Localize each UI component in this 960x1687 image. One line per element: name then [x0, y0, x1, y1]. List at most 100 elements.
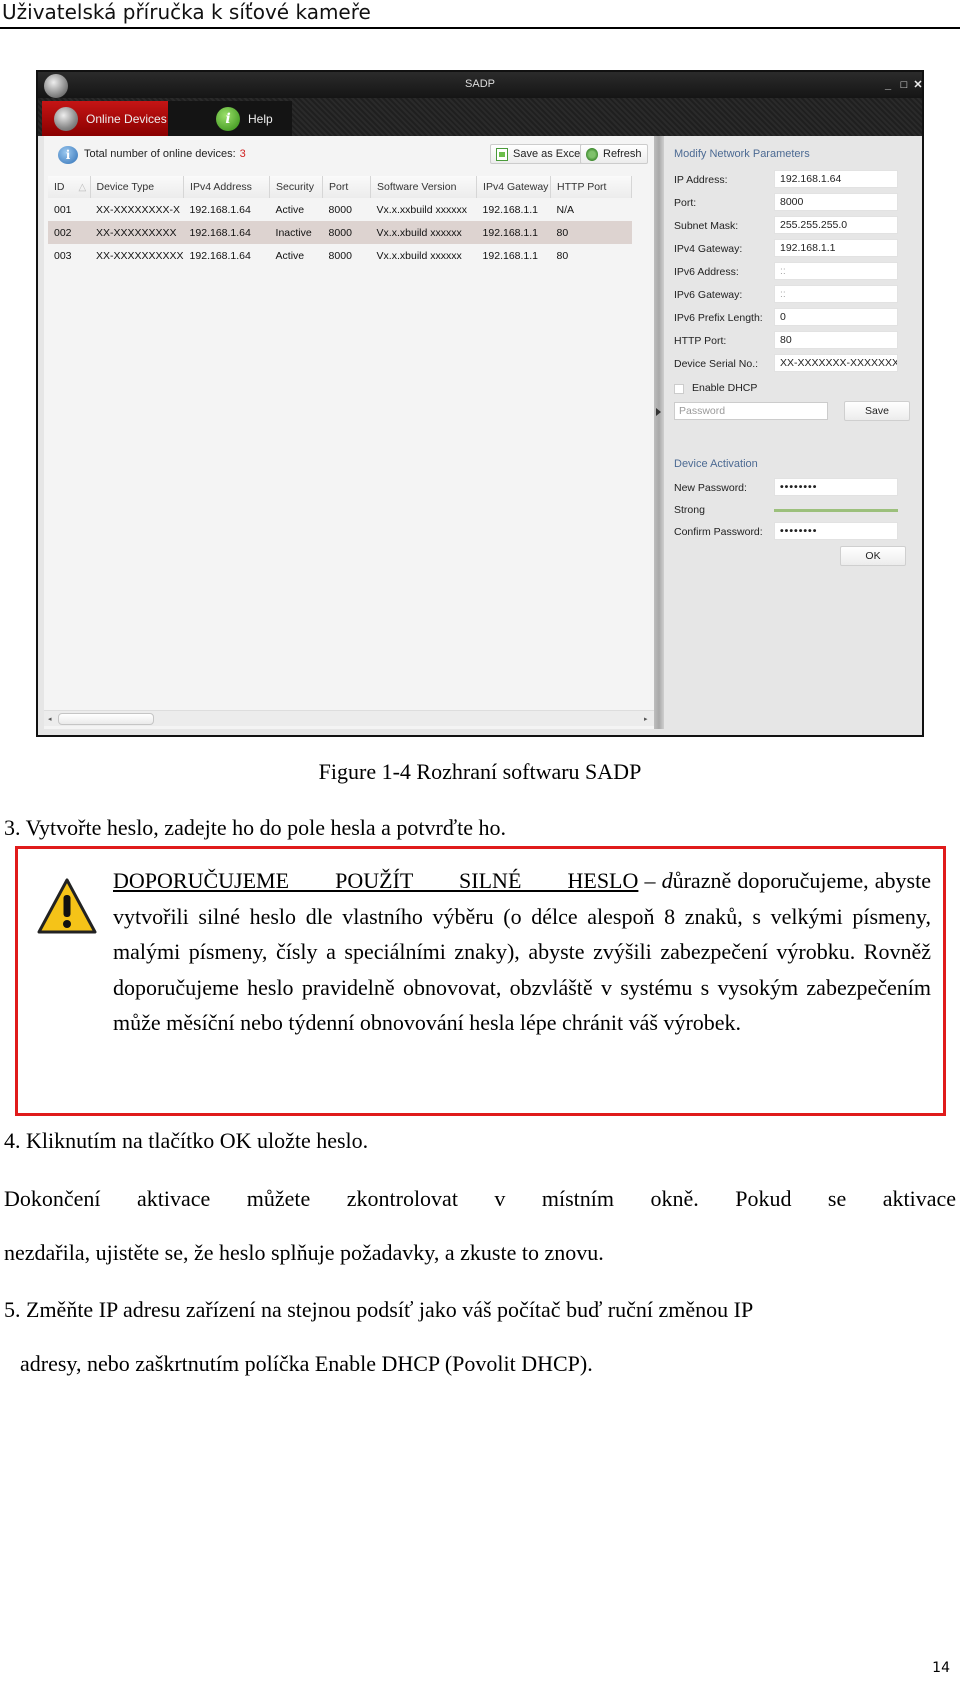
cell-port: 8000 [328, 249, 352, 262]
new-password-field[interactable]: •••••••• [774, 478, 898, 496]
cell-id: 003 [54, 249, 72, 262]
cell-gateway: 192.168.1.1 [476, 221, 551, 244]
cell-id: 002 [48, 221, 90, 244]
close-icon[interactable]: ✕ [912, 79, 924, 91]
confirm-password-field[interactable]: •••••••• [774, 522, 898, 540]
device-table: ID △ Device Type IPv4 Address Security Po… [48, 176, 632, 267]
cell-port: 8000 [328, 203, 352, 216]
col-ipv4-gateway[interactable]: IPv4 Gateway [476, 176, 552, 198]
cell-gateway: 192.168.1.1 [482, 203, 539, 216]
cell-ipv4: 192.168.1.64 [183, 221, 270, 244]
maximize-icon[interactable]: □ [898, 79, 910, 91]
pane-splitter[interactable] [654, 136, 664, 729]
field-label: IPv6 Gateway: [674, 289, 743, 301]
http-port-row: HTTP Port: 80 [674, 331, 914, 351]
tab-label: Help [248, 111, 273, 126]
online-devices-icon [54, 106, 78, 131]
col-device-type[interactable]: Device Type [90, 176, 185, 198]
ipv6-address-field[interactable]: :: [774, 262, 898, 280]
col-id[interactable]: ID △ [48, 176, 91, 198]
sort-icon: △ [78, 182, 87, 193]
scroll-right-icon[interactable]: ▸ [644, 715, 648, 723]
table-header-row: ID △ Device Type IPv4 Address Security Po… [48, 176, 632, 198]
ipv6-address-row: IPv6 Address::: [674, 262, 914, 282]
table-row[interactable]: 003 XX-XXXXXXXXXX 192.168.1.64 Active 80… [48, 244, 632, 267]
cell-ipv4: 192.168.1.64 [189, 249, 251, 262]
save-as-excel-button[interactable]: Save as Excel [490, 144, 589, 164]
port-field[interactable]: 8000 [774, 193, 898, 211]
http-port-field[interactable]: 80 [774, 331, 898, 349]
main-content: i Total number of online devices: 3 Save … [38, 136, 922, 735]
sadp-window: SADP _ □ ✕ Online Devices i Help i Total… [36, 70, 924, 737]
serial-number-field: XX-XXXXXXX-XXXXXXXX [774, 354, 898, 372]
cell-id: 001 [54, 203, 72, 216]
subnet-mask-field[interactable]: 255.255.255.0 [774, 216, 898, 234]
step-4: 4. Kliknutím na tlačítko OK uložte heslo… [4, 1128, 369, 1153]
col-port[interactable]: Port [322, 176, 372, 198]
cell-http-port: N/A [556, 203, 575, 216]
confirm-password-row: Confirm Password: •••••••• [674, 522, 914, 542]
scrollbar-thumb[interactable] [58, 713, 154, 725]
new-password-row: New Password: •••••••• [674, 478, 914, 498]
device-toolbar: i Total number of online devices: 3 Save … [44, 136, 654, 172]
col-software-version[interactable]: Software Version [370, 176, 478, 198]
window-title: SADP [465, 78, 495, 90]
password-input[interactable]: Password [674, 402, 828, 420]
ipv6-gateway-row: IPv6 Gateway::: [674, 285, 914, 305]
total-count: 3 [239, 148, 246, 160]
modify-network-title: Modify Network Parameters [674, 148, 810, 160]
enable-dhcp-checkbox[interactable] [674, 384, 684, 394]
col-ipv4-address[interactable]: IPv4 Address [183, 176, 271, 198]
info-icon: i [58, 146, 78, 164]
step-3: 3. Vytvořte heslo, zadejte ho do pole he… [4, 815, 506, 840]
col-security[interactable]: Security [269, 176, 324, 198]
warning-text: DOPORUČUJEME POUŽÍT SILNÉ HESLO – důrazn… [113, 863, 931, 1041]
warning-italic-lead: d [661, 868, 673, 893]
collapse-arrow-icon[interactable] [656, 408, 661, 416]
scroll-left-icon[interactable]: ◂ [48, 715, 52, 723]
tab-help[interactable]: i Help [168, 101, 292, 136]
figure-caption: Figure 1-4 Rozhraní softwaru SADP [318, 759, 642, 784]
warning-dash: – [638, 868, 662, 893]
save-excel-label: Save as Excel [513, 148, 583, 160]
cell-security: Inactive [269, 221, 323, 244]
field-label: IPv6 Address: [674, 266, 739, 278]
excel-icon [496, 147, 508, 161]
network-parameters-pane: Modify Network Parameters IP Address: 192… [666, 136, 922, 729]
ipv4-gateway-field[interactable]: 192.168.1.1 [774, 239, 898, 257]
warning-icon [37, 878, 97, 934]
ok-button[interactable]: OK [840, 546, 906, 566]
cell-software: Vx.x.xxbuild xxxxxx [376, 203, 467, 216]
header-rule [0, 27, 960, 29]
field-label: New Password: [674, 482, 747, 494]
refresh-button[interactable]: Refresh [580, 144, 648, 164]
cell-port: 8000 [322, 221, 371, 244]
minimize-icon[interactable]: _ [882, 79, 894, 91]
help-icon: i [216, 106, 240, 131]
field-label: Device Serial No.: [674, 358, 759, 370]
password-strength-bar [774, 509, 898, 512]
table-row-selected[interactable]: 002 XX-XXXXXXXXX 192.168.1.64 Inactive 8… [48, 221, 632, 244]
page-number: 14 [932, 1660, 950, 1676]
field-label: HTTP Port: [674, 335, 727, 347]
refresh-icon [586, 147, 598, 161]
table-row[interactable]: 001 XX-XXXXXXXX-X 192.168.1.64 Active 80… [48, 198, 632, 221]
save-button[interactable]: Save [844, 401, 910, 421]
ipv6-prefix-row: IPv6 Prefix Length: 0 [674, 308, 914, 328]
cell-security: Active [275, 249, 305, 262]
ipv6-gateway-field[interactable]: :: [774, 285, 898, 303]
cell-gateway: 192.168.1.1 [482, 249, 539, 262]
col-http-port[interactable]: HTTP Port [550, 176, 632, 198]
port-row: Port: 8000 [674, 193, 914, 213]
ipv4-gateway-row: IPv4 Gateway: 192.168.1.1 [674, 239, 914, 259]
tab-online-devices[interactable]: Online Devices [42, 101, 168, 136]
field-label: IPv4 Gateway: [674, 243, 743, 255]
warning-body: ůrazně doporučujeme, abyste vytvořili si… [113, 868, 931, 1035]
ip-address-row: IP Address: 192.168.1.64 [674, 170, 914, 190]
ipv6-prefix-field[interactable]: 0 [774, 308, 898, 326]
horizontal-scrollbar[interactable]: ◂ ▸ [44, 710, 654, 726]
field-label: Subnet Mask: [674, 220, 739, 232]
ip-address-field[interactable]: 192.168.1.64 [774, 170, 898, 188]
cell-device-type: XX-XXXXXXXXXX [96, 249, 184, 262]
enable-dhcp-label: Enable DHCP [692, 382, 758, 394]
